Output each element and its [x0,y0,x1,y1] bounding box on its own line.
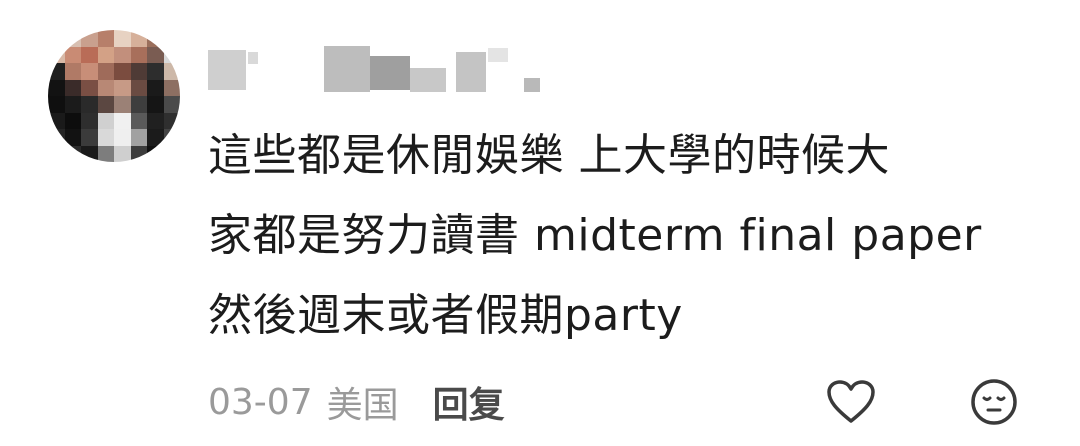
avatar-mosaic-tile [147,145,164,162]
avatar-mosaic-tile [147,30,164,47]
avatar-mosaic-tile [114,30,131,47]
comment-item: 這些都是休閒娛樂 上大學的時候大 家都是努力讀書 midterm final p… [0,0,1080,446]
avatar-mosaic-tile [81,63,98,80]
avatar-mosaic-tile [48,30,65,47]
comment-date: 03-07 [208,381,313,423]
avatar-mosaic-tile [130,112,147,129]
username-redacted[interactable] [208,44,568,100]
comment-location: 美国 [326,385,399,426]
avatar-mosaic-tile [64,96,81,113]
avatar-mosaic-tile [163,46,180,63]
avatar-mosaic-tile [130,79,147,96]
avatar-mosaic-tile [97,46,114,63]
avatar-mosaic-tile [163,129,180,146]
avatar-mosaic-tile [48,79,65,96]
avatar-mosaic-tile [64,129,81,146]
avatar-mosaic-tile [97,145,114,162]
avatar-mosaic-tile [81,129,98,146]
avatar-mosaic-tile [114,145,131,162]
avatar-mosaic-tile [97,96,114,113]
avatar-mosaic-tile [147,96,164,113]
avatar-mosaic-tile [64,79,81,96]
avatar-mosaic-tile [130,63,147,80]
avatar-mosaic-tile [48,46,65,63]
avatar-mosaic-tile [114,112,131,129]
avatar-mosaic-tile [48,63,65,80]
avatar-mosaic-tile [48,129,65,146]
avatar-mosaic-tile [97,129,114,146]
avatar-mosaic-tile [81,79,98,96]
avatar-mosaic-tile [64,145,81,162]
emoji-face-icon [971,379,1017,425]
avatar-mosaic-tile [114,46,131,63]
avatar-mosaic-tile [163,96,180,113]
avatar-mosaic-tile [81,145,98,162]
avatar-mosaic-tile [130,129,147,146]
avatar-mosaic-tile [130,30,147,47]
comment-text: 這些都是休閒娛樂 上大學的時候大 家都是努力讀書 midterm final p… [208,130,982,341]
avatar-mosaic-tile [147,129,164,146]
avatar-mosaic-tile [48,145,65,162]
avatar-mosaic-tile [48,96,65,113]
avatar-mosaic-tile [97,79,114,96]
avatar-mosaic-tile [130,96,147,113]
avatar-mosaic-tile [81,46,98,63]
avatar-mosaic-tile [163,79,180,96]
avatar-mosaic-tile [81,112,98,129]
avatar-mosaic-tile [97,63,114,80]
avatar-mosaic-tile [114,63,131,80]
avatar-mosaic-tile [97,112,114,129]
avatar-mosaic-tile [147,79,164,96]
avatar-mosaic-tile [147,63,164,80]
avatar-mosaic-tile [130,145,147,162]
avatar-mosaic-tile [64,46,81,63]
avatar-mosaic-tile [114,96,131,113]
reply-button[interactable]: 回复 [433,376,505,428]
avatar-mosaic-tile [64,63,81,80]
avatar-mosaic-tile [130,46,147,63]
like-button[interactable] [825,376,877,428]
avatar-mosaic-tile [163,145,180,162]
avatar-mosaic-tile [48,112,65,129]
comment-meta: 03-07 美国 回复 [208,372,505,432]
avatar-mosaic-tile [163,63,180,80]
avatar-mosaic-tile [64,112,81,129]
avatar-mosaic-tile [163,112,180,129]
emoji-button[interactable] [968,376,1020,428]
avatar-mosaic-tile [114,129,131,146]
avatar-mosaic-tile [81,96,98,113]
avatar-mosaic-tile [114,79,131,96]
avatar-mosaic-tile [97,30,114,47]
avatar-mosaic-tile [147,112,164,129]
avatar[interactable] [48,30,180,162]
avatar-mosaic-tile [163,30,180,47]
avatar-mosaic-tile [81,30,98,47]
avatar-mosaic-tile [147,46,164,63]
heart-outline-icon [827,380,875,423]
avatar-mosaic-tile [64,30,81,47]
